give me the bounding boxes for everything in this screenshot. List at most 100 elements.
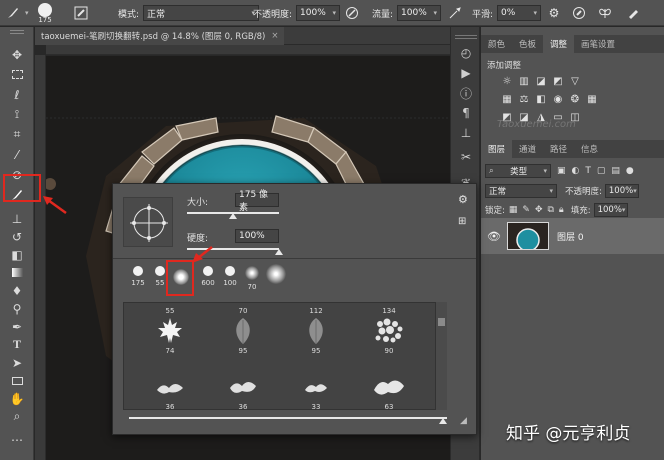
marquee-tool[interactable] <box>6 65 28 84</box>
close-icon[interactable]: × <box>271 31 278 41</box>
document-tab[interactable]: taoxuemei-笔刷切换翻转.psd @ 14.8% (图层 0, RGB/… <box>35 27 285 45</box>
type-tool[interactable]: T <box>6 335 28 354</box>
size-slider-handle[interactable] <box>229 213 237 219</box>
pressure-opacity-button[interactable] <box>343 0 361 26</box>
preset-list-scrollbar[interactable] <box>435 302 447 410</box>
brush-panel-toggle[interactable] <box>72 0 90 26</box>
pixel-filter-icon[interactable]: ▣ <box>557 166 566 176</box>
pressure-size-button[interactable] <box>570 0 588 26</box>
lasso-tool[interactable]: ℓ <box>6 85 28 104</box>
smoothing-options-button[interactable]: ⚙ <box>545 0 563 26</box>
lock-pixels-icon[interactable]: ✎ <box>522 205 530 215</box>
panel-grip[interactable] <box>455 35 477 39</box>
eye-icon[interactable]: 👁︎ <box>487 230 501 243</box>
airbrush-button[interactable] <box>446 0 464 26</box>
brush-preset[interactable]: 36 <box>209 363 277 409</box>
tab-info[interactable]: 信息 <box>574 140 605 158</box>
channel-mixer-icon[interactable]: ❂ <box>569 93 581 105</box>
info-panel-button[interactable]: ⓘ <box>458 85 474 101</box>
tab-channels[interactable]: 通道 <box>512 140 543 158</box>
smart-object-filter-icon[interactable]: ▤ <box>611 166 620 176</box>
gear-icon[interactable]: ⚙ <box>458 193 468 206</box>
opacity-field[interactable]: 100% ▾ <box>296 5 341 21</box>
photo-filter-icon[interactable]: ◉ <box>552 93 564 105</box>
lock-artboard-icon[interactable]: ⧉ <box>547 205 553 215</box>
eyedropper-tool[interactable]: ⁄ <box>6 145 28 164</box>
hand-tool[interactable]: ✋ <box>6 389 28 408</box>
tool-presets-button[interactable]: ✂ <box>458 149 474 165</box>
eraser-tool[interactable]: ◧ <box>6 245 28 264</box>
pen-tool[interactable]: ✒ <box>6 317 28 336</box>
brush-preset[interactable]: 55 74 <box>136 307 204 361</box>
history-panel-button[interactable]: ◴ <box>458 45 474 61</box>
preview-size-slider[interactable] <box>129 417 447 419</box>
tab-color[interactable]: 颜色 <box>481 35 512 53</box>
horizontal-ruler[interactable] <box>46 45 450 55</box>
hardness-field[interactable]: 100% <box>235 229 279 243</box>
scrollbar-thumb[interactable] <box>438 318 445 326</box>
tab-brush-settings[interactable]: 画笔设置 <box>574 35 622 53</box>
tool-preset-button[interactable] <box>624 0 642 26</box>
levels-icon[interactable]: ▥ <box>518 75 530 87</box>
crop-tool[interactable]: ⌗ <box>6 125 28 144</box>
adjustment-filter-icon[interactable]: ◐ <box>572 166 580 176</box>
black-white-icon[interactable]: ◧ <box>535 93 547 105</box>
mode-select[interactable]: 正常 ▾ <box>143 5 260 21</box>
color-balance-icon[interactable]: ⚖ <box>518 93 530 105</box>
quick-select-tool[interactable]: ⟟ <box>6 105 28 124</box>
type-filter-icon[interactable]: T <box>585 166 591 176</box>
clone-source-panel-button[interactable]: ⊥ <box>458 125 474 141</box>
brush-preset[interactable]: 134 90 <box>355 307 423 361</box>
vertical-ruler[interactable] <box>35 55 46 460</box>
brush-preset[interactable]: 112 95 <box>282 307 350 361</box>
brush-tool-preset-picker[interactable]: ▾ <box>4 0 29 26</box>
brush-size-picker[interactable]: 175 <box>38 0 52 26</box>
tab-adjustments[interactable]: 调整 <box>543 35 575 53</box>
rectangle-tool[interactable] <box>6 371 28 390</box>
smoothing-field[interactable]: 0% ▾ <box>497 5 542 21</box>
brush-angle-preview[interactable] <box>123 197 173 247</box>
brush-preset[interactable]: 70 95 <box>209 307 277 361</box>
layer-filter-select[interactable]: ⌕ 类型 ▾ <box>485 164 551 178</box>
vibrance-icon[interactable]: ▽ <box>569 75 581 87</box>
tab-paths[interactable]: 路径 <box>543 140 574 158</box>
shape-filter-icon[interactable]: ▢ <box>597 166 606 176</box>
curves-icon[interactable]: ◪ <box>535 75 547 87</box>
preview-size-slider-handle[interactable] <box>439 418 447 424</box>
size-field[interactable]: 175 像素 <box>235 190 279 213</box>
move-tool[interactable]: ✥ <box>6 45 28 64</box>
clone-stamp-tool[interactable]: ⊥ <box>6 209 28 228</box>
gradient-tool[interactable] <box>6 263 28 282</box>
flow-field[interactable]: 100% ▾ <box>397 5 442 21</box>
lock-all-icon[interactable]: 🔒︎ <box>559 205 564 215</box>
exposure-icon[interactable]: ◩ <box>552 75 564 87</box>
lock-transparency-icon[interactable]: ▦ <box>509 205 518 215</box>
fill-field[interactable]: 100% ▾ <box>593 203 628 217</box>
zoom-tool[interactable]: ⌕ <box>6 407 28 426</box>
actions-panel-button[interactable]: ▶ <box>458 65 474 81</box>
symmetry-button[interactable] <box>596 0 614 26</box>
new-preset-icon[interactable]: ⊞ <box>458 216 466 227</box>
character-panel-button[interactable]: ¶ <box>458 105 474 121</box>
layer-opacity-field[interactable]: 100% ▾ <box>604 184 639 198</box>
lock-position-icon[interactable]: ✥ <box>535 205 543 215</box>
brush-preset[interactable]: 63 <box>355 363 423 409</box>
panel-grip[interactable] <box>10 30 24 34</box>
filter-toggle-icon[interactable]: ● <box>626 166 634 176</box>
blend-mode-select[interactable]: 正常 ▾ <box>485 184 557 198</box>
brush-preset-list[interactable]: 55 74 70 95 112 95 134 90 36 36 33 63 <box>123 302 447 410</box>
brush-tip[interactable] <box>261 262 291 302</box>
hue-saturation-icon[interactable]: ▦ <box>501 93 513 105</box>
layer-row[interactable]: 👁︎ 图层 0 <box>481 218 664 254</box>
path-select-tool[interactable]: ➤ <box>6 353 28 372</box>
blur-tool[interactable]: ♦ <box>6 281 28 300</box>
history-brush-tool[interactable]: ↺ <box>6 227 28 246</box>
hardness-slider-handle[interactable] <box>275 249 283 255</box>
brightness-icon[interactable]: ☼ <box>501 75 513 87</box>
resize-grip-icon[interactable]: ◢ <box>460 416 467 426</box>
tab-layers[interactable]: 图层 <box>481 140 513 158</box>
dodge-tool[interactable]: ⚲ <box>6 299 28 318</box>
tab-swatches[interactable]: 色板 <box>512 35 543 53</box>
brush-preset[interactable]: 33 <box>282 363 350 409</box>
brush-preset[interactable]: 36 <box>136 363 204 409</box>
